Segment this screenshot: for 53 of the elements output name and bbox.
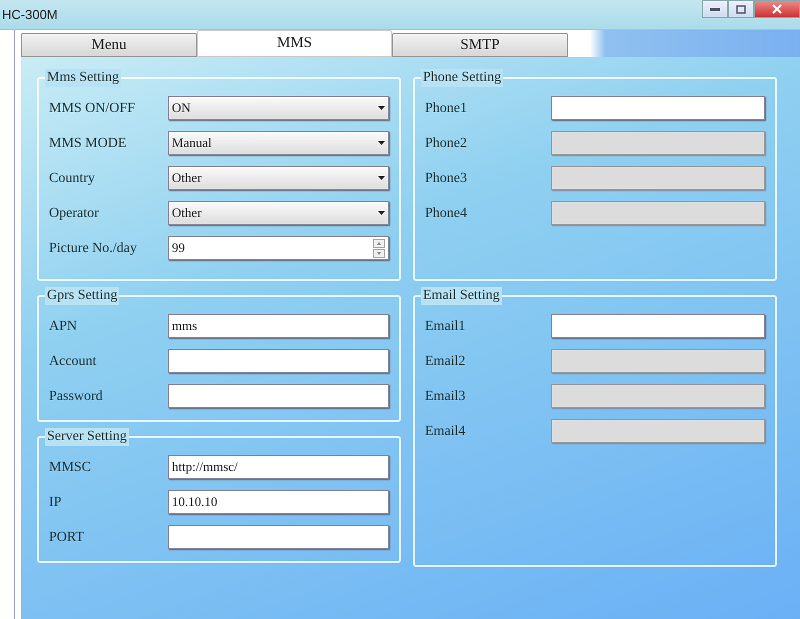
input-field[interactable]: mms [168,314,389,338]
dropdown[interactable]: Manual [168,131,389,155]
tab[interactable]: SMTP [392,33,568,57]
field-label: Phone1 [425,100,468,118]
minimize-icon [710,7,720,11]
field-label: Account [49,352,98,370]
field-label: APN [49,318,78,336]
input-field[interactable] [550,314,765,338]
field-label: Email3 [425,388,466,406]
input-field[interactable] [550,96,765,120]
field-label: Email4 [425,422,466,440]
dropdown[interactable]: Other [168,166,389,190]
field-label: Country [49,170,96,188]
group-title: Mms Setting [45,69,121,87]
input-field[interactable] [168,525,389,549]
group-title: Email Setting [421,287,502,305]
minimize-button[interactable] [702,0,728,18]
input-field[interactable] [168,384,389,408]
field-label: Email2 [425,352,466,370]
input-field[interactable] [168,349,389,373]
input-field[interactable]: http://mmsc/ [168,455,389,479]
field-label: Phone3 [425,170,468,188]
window-title: HC-300M [1,6,58,24]
group-title: Phone Setting [421,69,504,87]
spin-up-icon[interactable] [373,238,385,248]
maximize-icon [736,4,746,14]
field-label: IP [49,494,62,512]
maximize-button[interactable] [728,0,754,18]
field-label: Operator [49,204,100,222]
tab[interactable]: Menu [21,33,197,57]
dropdown[interactable]: Other [168,201,389,225]
field-label: Email1 [425,318,466,336]
field-label: MMS ON/OFF [49,100,136,118]
group-title: Gprs Setting [45,287,120,305]
field-label: MMSC [49,458,92,476]
tab[interactable]: MMS [197,30,392,57]
input-field[interactable]: 10.10.10 [168,490,389,514]
close-button[interactable] [754,0,800,18]
field-label: Picture No./day [49,240,138,258]
spin-down-icon[interactable] [373,248,385,258]
field-label: PORT [49,528,85,546]
caret-icon [378,141,385,145]
caret-icon [378,176,385,180]
number-field[interactable]: 99 [168,236,389,260]
field-label: Password [49,388,104,406]
dropdown[interactable]: ON [168,96,389,120]
field-label: Phone4 [425,204,468,222]
group-title: Server Setting [45,428,129,446]
close-icon [772,4,782,14]
caret-icon [378,211,385,215]
caret-icon [378,106,385,110]
field-label: MMS MODE [49,134,128,152]
field-label: Phone2 [425,134,468,152]
